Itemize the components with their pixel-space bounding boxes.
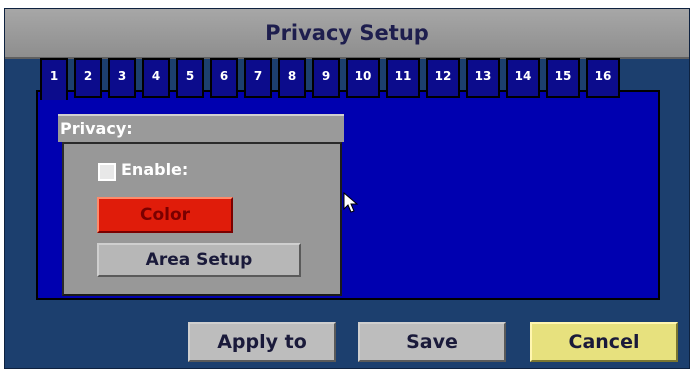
enable-checkbox[interactable] (98, 163, 116, 181)
tab-channel-15[interactable]: 15 (546, 58, 580, 98)
title-bar: Privacy Setup (5, 9, 689, 59)
tab-channel-16[interactable]: 16 (586, 58, 620, 98)
privacy-group-header: Privacy: (58, 114, 344, 142)
tab-channel-14[interactable]: 14 (506, 58, 540, 98)
tab-channel-10[interactable]: 10 (346, 58, 380, 98)
area-setup-button[interactable]: Area Setup (97, 243, 301, 277)
enable-label: Enable: (121, 160, 189, 179)
tab-channel-7[interactable]: 7 (244, 58, 272, 98)
dialog-title: Privacy Setup (265, 21, 429, 45)
cancel-button[interactable]: Cancel (530, 322, 678, 362)
tab-channel-13[interactable]: 13 (466, 58, 500, 98)
mouse-pointer-icon (343, 192, 359, 213)
save-button[interactable]: Save (358, 322, 506, 362)
tab-channel-4[interactable]: 4 (142, 58, 170, 98)
tab-channel-6[interactable]: 6 (210, 58, 238, 98)
tab-channel-12[interactable]: 12 (426, 58, 460, 98)
color-button[interactable]: Color (97, 197, 233, 233)
tab-channel-11[interactable]: 11 (386, 58, 420, 98)
apply-to-button[interactable]: Apply to (188, 322, 336, 362)
tab-channel-3[interactable]: 3 (108, 58, 136, 98)
tab-channel-2[interactable]: 2 (74, 58, 102, 98)
tab-channel-1[interactable]: 1 (40, 58, 68, 100)
tab-channel-5[interactable]: 5 (176, 58, 204, 98)
tab-channel-8[interactable]: 8 (278, 58, 306, 98)
tab-channel-9[interactable]: 9 (312, 58, 340, 98)
